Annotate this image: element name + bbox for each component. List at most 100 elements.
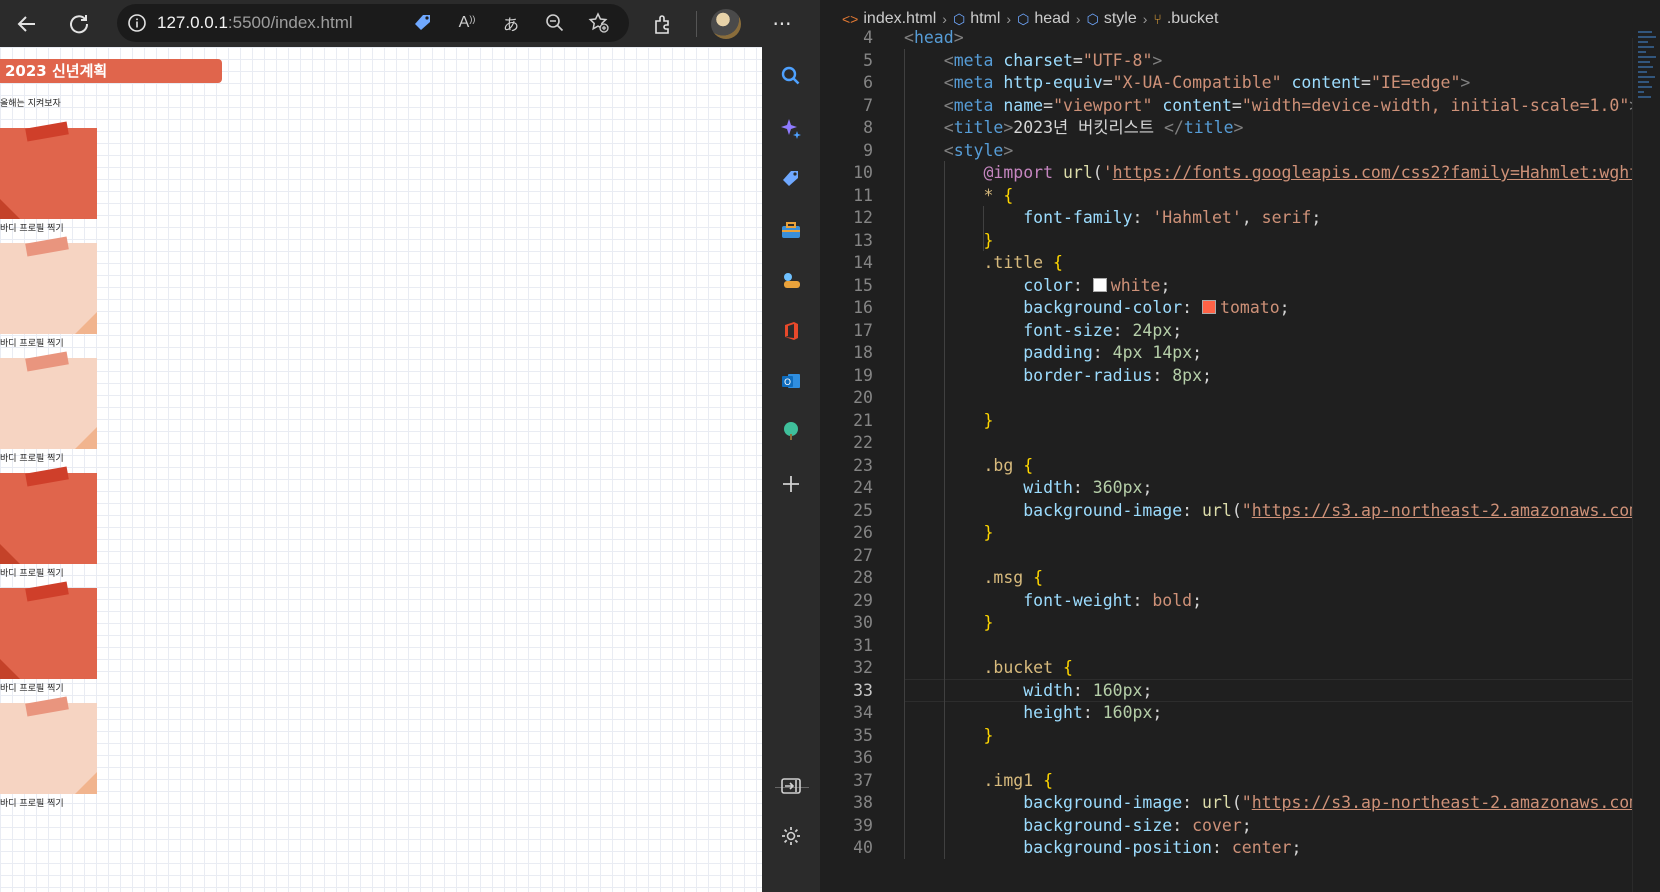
extensions-icon[interactable] bbox=[644, 6, 682, 42]
code-line[interactable]: 33 width: 160px; bbox=[820, 678, 1632, 703]
code-line[interactable]: 9 <style> bbox=[820, 139, 1632, 163]
code-line[interactable]: 17 font-size: 24px; bbox=[820, 319, 1632, 343]
profile-avatar[interactable] bbox=[711, 8, 741, 39]
code-line[interactable]: 16 background-color: tomato; bbox=[820, 296, 1632, 320]
code-line[interactable]: 26 } bbox=[820, 521, 1632, 545]
line-number: 39 bbox=[853, 815, 873, 835]
hide-sidebar-icon[interactable] bbox=[778, 773, 804, 799]
code-line[interactable]: 30 } bbox=[820, 611, 1632, 635]
line-number: 37 bbox=[853, 770, 873, 790]
code-line[interactable]: 21 } bbox=[820, 409, 1632, 433]
code-line[interactable]: 22 bbox=[820, 431, 1632, 455]
code-line[interactable]: 10 @import url('https://fonts.googleapis… bbox=[820, 161, 1632, 185]
code-line[interactable]: 24 width: 360px; bbox=[820, 476, 1632, 500]
tape-decoration bbox=[25, 236, 69, 257]
code-text: background-size: cover; bbox=[1023, 815, 1252, 835]
office-icon[interactable] bbox=[778, 318, 804, 344]
code-text: background-image: url("https://s3.ap-nor… bbox=[1023, 500, 1632, 520]
code-text: * { bbox=[983, 185, 1014, 205]
page-title: 2023 신년계획 bbox=[0, 59, 222, 83]
line-number: 6 bbox=[863, 73, 873, 92]
copilot-icon[interactable] bbox=[778, 115, 804, 141]
address-bar[interactable]: 127.0.0.1:5500/index.html A)) あ bbox=[117, 4, 629, 42]
favorites-icon[interactable] bbox=[577, 12, 621, 34]
code-line[interactable]: 31 bbox=[820, 634, 1632, 658]
line-number: 29 bbox=[853, 590, 873, 610]
translate-icon[interactable]: あ bbox=[489, 11, 533, 35]
line-number: 27 bbox=[853, 545, 873, 565]
chevron-right-icon: › bbox=[1006, 11, 1012, 27]
settings-icon[interactable] bbox=[778, 823, 804, 849]
line-number: 20 bbox=[853, 388, 873, 407]
line-number: 18 bbox=[853, 343, 873, 362]
code-line[interactable]: 8 <title>2023년 버킷리스트 </title> bbox=[820, 116, 1632, 140]
code-line[interactable]: 34 height: 160px; bbox=[820, 701, 1632, 725]
code-line[interactable]: 4 <head> bbox=[820, 26, 1632, 50]
bucket-card bbox=[0, 581, 97, 679]
line-number: 38 bbox=[853, 793, 873, 812]
games-icon[interactable] bbox=[778, 267, 804, 293]
code-line[interactable]: 27 bbox=[820, 544, 1632, 568]
code-line[interactable]: 11 * { bbox=[820, 184, 1632, 208]
code-line[interactable]: 15 color: white; bbox=[820, 274, 1632, 298]
code-line[interactable]: 6 <meta http-equiv="X-UA-Compatible" con… bbox=[820, 71, 1632, 95]
code-text: width: 360px; bbox=[1023, 478, 1153, 497]
page-fold bbox=[0, 199, 20, 219]
page-viewport: 2023 신년계획 올해는 지켜보자 바디 프로필 찍기 바디 프로필 찍기 바… bbox=[0, 47, 762, 892]
code-line[interactable]: 36 bbox=[820, 746, 1632, 770]
code-text: <title>2023년 버킷리스트 </title> bbox=[943, 118, 1244, 137]
code-text: border-radius: 8px; bbox=[1023, 365, 1212, 385]
code-text: background-image: url("https://s3.ap-nor… bbox=[1023, 793, 1632, 812]
url-text: 127.0.0.1:5500/index.html bbox=[157, 13, 353, 32]
code-line[interactable]: 35 } bbox=[820, 724, 1632, 748]
toolbar-divider bbox=[696, 10, 697, 37]
minimap[interactable] bbox=[1634, 28, 1660, 158]
code-line[interactable]: 7 <meta name="viewport" content="width=d… bbox=[820, 94, 1632, 118]
code-line[interactable]: 40 background-position: center; bbox=[820, 836, 1632, 860]
code-line[interactable]: 13 } bbox=[820, 229, 1632, 253]
add-icon[interactable] bbox=[778, 471, 804, 497]
line-number: 14 bbox=[853, 253, 873, 272]
code-line[interactable]: 28 .msg { bbox=[820, 566, 1632, 590]
code-line[interactable]: 12 font-family: 'Hahmlet', serif; bbox=[820, 206, 1632, 230]
code-line[interactable]: 5 <meta charset="UTF-8"> bbox=[820, 49, 1632, 73]
code-line[interactable]: 23 .bg { bbox=[820, 454, 1632, 478]
zoom-out-icon[interactable] bbox=[533, 13, 577, 33]
page-fold bbox=[75, 427, 97, 449]
refresh-icon[interactable] bbox=[60, 6, 98, 42]
bucket-card bbox=[0, 466, 97, 564]
line-number: 26 bbox=[853, 523, 873, 542]
more-icon[interactable]: ··· bbox=[763, 6, 801, 42]
site-info-icon[interactable] bbox=[117, 13, 157, 33]
back-icon[interactable] bbox=[8, 6, 46, 42]
line-number: 36 bbox=[853, 748, 873, 767]
code-line[interactable]: 39 background-size: cover; bbox=[820, 814, 1632, 838]
code-line[interactable]: 29 font-weight: bold; bbox=[820, 589, 1632, 613]
code-line[interactable]: 37 .img1 { bbox=[820, 769, 1632, 793]
tag-icon[interactable] bbox=[401, 12, 445, 34]
code-line[interactable]: 25 background-image: url("https://s3.ap-… bbox=[820, 499, 1632, 523]
search-icon[interactable] bbox=[778, 63, 804, 89]
code-text: font-weight: bold; bbox=[1023, 590, 1203, 610]
line-number: 16 bbox=[853, 298, 873, 317]
code-line[interactable]: 20 bbox=[820, 386, 1632, 410]
element-icon: ⬡ bbox=[952, 10, 966, 27]
line-number: 4 bbox=[863, 28, 873, 47]
shopping-icon[interactable] bbox=[778, 166, 804, 192]
indent-guide bbox=[983, 206, 985, 251]
outlook-icon[interactable]: O bbox=[778, 368, 804, 394]
code-text: } bbox=[983, 613, 994, 632]
code-line[interactable]: 38 background-image: url("https://s3.ap-… bbox=[820, 791, 1632, 815]
code-line[interactable]: 14 .title { bbox=[820, 251, 1632, 275]
code-area[interactable]: 4 <head> 5 <meta charset="UTF-8"> 6 <meta h… bbox=[820, 26, 1632, 892]
tools-icon[interactable] bbox=[778, 217, 804, 243]
code-line[interactable]: 18 padding: 4px 14px; bbox=[820, 341, 1632, 365]
chevron-right-icon: › bbox=[942, 11, 947, 27]
code-line[interactable]: 19 border-radius: 8px; bbox=[820, 364, 1632, 388]
editor-scrollbar[interactable] bbox=[1632, 38, 1633, 892]
code-line[interactable]: 32 .bucket { bbox=[820, 656, 1632, 680]
page-fold bbox=[75, 772, 97, 794]
tree-icon[interactable] bbox=[778, 418, 804, 444]
bucket-card bbox=[0, 121, 97, 219]
read-aloud-icon[interactable]: A)) bbox=[445, 14, 489, 32]
